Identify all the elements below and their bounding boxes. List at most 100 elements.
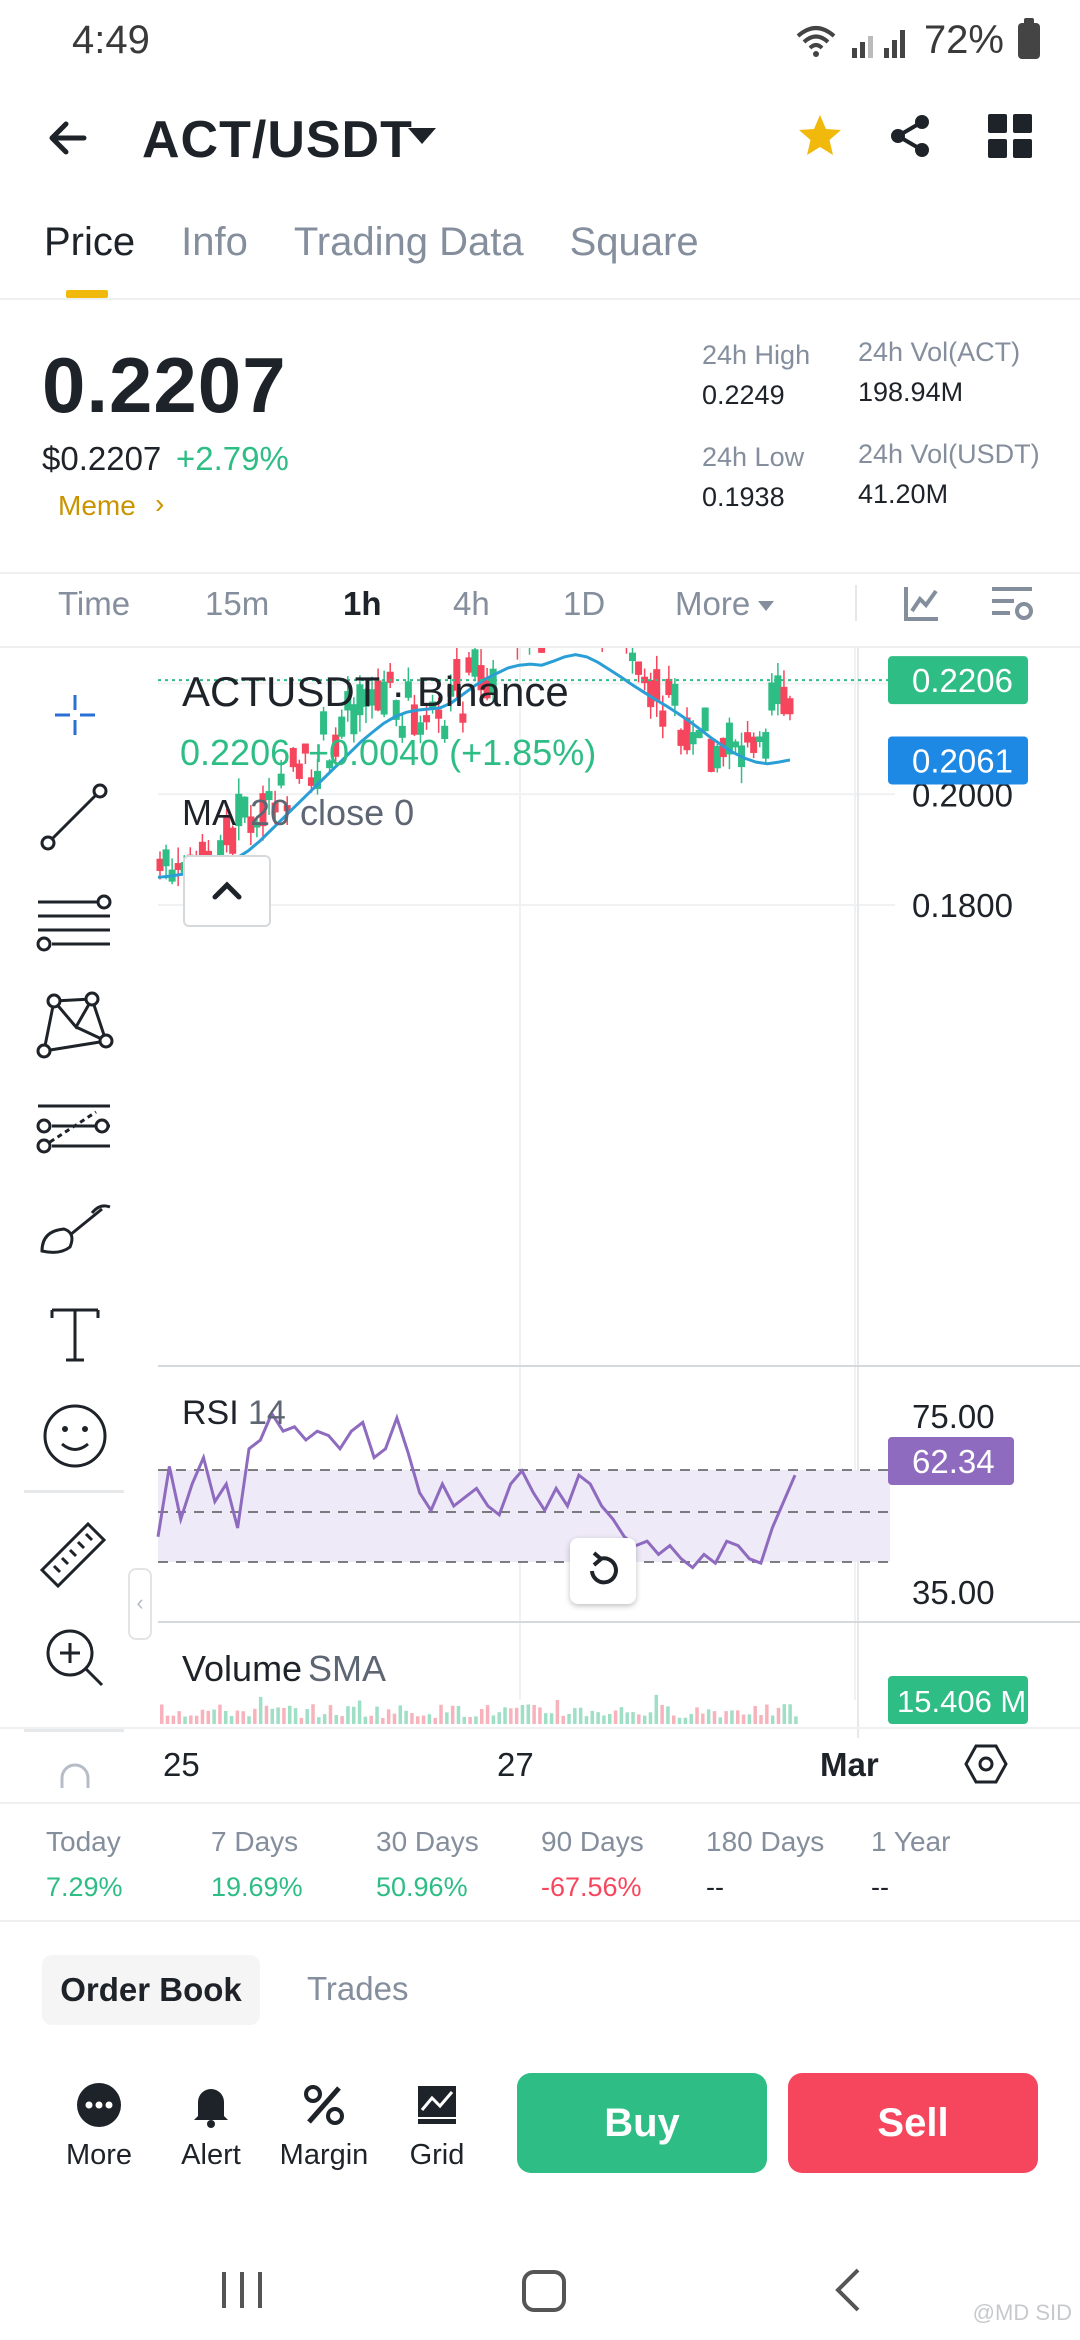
tab-trades[interactable]: Trades — [307, 1970, 408, 2008]
crosshair-tool[interactable] — [30, 670, 120, 760]
candle-body — [665, 678, 673, 696]
alert-label: Alert — [181, 2139, 241, 2171]
volume-bar — [648, 1712, 653, 1724]
chart-symbol: ACTUSDT · Binance — [182, 668, 569, 715]
volume-bar — [561, 1715, 565, 1724]
tf-1d[interactable]: 1D — [563, 585, 605, 623]
more-label: More — [65, 2139, 133, 2171]
price-chart[interactable]: 0.26000.24000.20000.18000.22060.206175.0… — [0, 648, 1080, 1738]
volume-bar — [689, 1713, 693, 1724]
volume-bar — [584, 1716, 589, 1724]
perf-label: 1 Year — [871, 1826, 951, 1857]
tab-price[interactable]: Price — [44, 220, 135, 265]
grid-button[interactable]: Grid — [387, 2080, 487, 2172]
perf-top-divider — [0, 1802, 1080, 1804]
tab-square[interactable]: Square — [570, 220, 699, 265]
tf-15m[interactable]: 15m — [205, 585, 269, 623]
chart-settings-icon[interactable] — [990, 583, 1034, 623]
buy-button[interactable]: Buy — [517, 2073, 767, 2173]
axis-settings-icon[interactable] — [964, 1742, 1008, 1786]
tf-1h[interactable]: 1h — [343, 585, 382, 623]
text-tool[interactable] — [30, 1288, 120, 1378]
lock-tool[interactable] — [30, 1748, 120, 1788]
volume-bar — [491, 1715, 496, 1724]
indicator-chart-icon[interactable] — [902, 583, 942, 623]
candle-body — [162, 849, 170, 867]
fib-tool[interactable] — [30, 1082, 120, 1172]
volume-bar — [445, 1712, 449, 1724]
category-tag[interactable]: Meme — [58, 490, 136, 522]
volume-bar — [421, 1715, 426, 1724]
volume-bar — [602, 1715, 606, 1724]
tab-order-book[interactable]: Order Book — [42, 1955, 260, 2025]
emoji-tool[interactable] — [30, 1391, 120, 1481]
high-label: 24h High — [702, 340, 811, 370]
brush-tool[interactable] — [30, 1185, 120, 1275]
volume-bar — [334, 1715, 339, 1724]
pattern-tool[interactable] — [30, 979, 120, 1069]
sell-button[interactable]: Sell — [788, 2073, 1038, 2173]
pair-title[interactable]: ACT/USDT — [142, 110, 413, 170]
perf-value: -- — [706, 1872, 724, 1902]
volume-bar — [200, 1709, 205, 1724]
share-icon[interactable] — [886, 112, 934, 160]
tools-bottom-divider — [24, 1729, 124, 1732]
price-tick-label: 0.1800 — [912, 887, 1013, 924]
zoom-tool[interactable] — [30, 1613, 120, 1703]
perf-value: 7.29% — [46, 1872, 123, 1902]
volume-bar — [264, 1705, 269, 1724]
volume-bar — [701, 1713, 705, 1724]
tf-4h[interactable]: 4h — [453, 585, 490, 623]
candle-body — [762, 732, 770, 759]
home-icon[interactable] — [522, 2270, 566, 2312]
recents-icon[interactable] — [222, 2272, 262, 2308]
alert-button[interactable]: Alert — [161, 2080, 261, 2172]
candle-body — [289, 747, 297, 768]
ma-label: MA — [182, 792, 236, 833]
lock-icon — [60, 1763, 90, 1788]
perf-label: 180 Days — [706, 1826, 825, 1857]
collapse-toolbar-handle[interactable]: ‹ — [128, 1568, 152, 1640]
margin-button[interactable]: Margin — [274, 2080, 374, 2172]
price-change-percent: +2.79% — [176, 440, 289, 477]
tf-more[interactable]: More — [675, 585, 775, 623]
volume-bar — [526, 1704, 531, 1724]
back-nav-icon[interactable] — [835, 2268, 860, 2312]
candle-body — [241, 796, 249, 818]
volume-bar — [183, 1716, 187, 1724]
volume-bar — [282, 1707, 286, 1724]
reset-chart-button[interactable] — [570, 1538, 636, 1604]
volume-bar — [171, 1715, 176, 1724]
trendline-tool[interactable] — [30, 773, 120, 863]
perf-label: 90 Days — [541, 1826, 644, 1857]
volume-bar — [218, 1704, 222, 1724]
bell-icon — [194, 2089, 228, 2128]
candle-body — [701, 707, 709, 732]
volume-bar — [369, 1715, 373, 1724]
candle-body — [731, 741, 739, 748]
volume-bar — [706, 1709, 711, 1724]
chevron-right-icon[interactable]: › — [155, 488, 164, 520]
chevron-up-icon — [212, 881, 242, 900]
favorite-star-icon[interactable] — [796, 112, 844, 160]
volume-bar — [276, 1707, 280, 1724]
tab-trading-data[interactable]: Trading Data — [294, 220, 524, 265]
volume-bar — [736, 1710, 740, 1724]
candle-body — [768, 682, 776, 711]
back-arrow-icon[interactable] — [40, 108, 100, 168]
volume-bar — [509, 1708, 513, 1724]
volume-bar — [619, 1707, 624, 1724]
candle-body — [174, 863, 182, 870]
tab-info[interactable]: Info — [181, 220, 248, 265]
tf-time[interactable]: Time — [58, 585, 130, 623]
collapse-legend-button[interactable] — [183, 855, 271, 927]
volume-bar — [666, 1706, 670, 1724]
horizontal-lines-tool[interactable] — [30, 876, 120, 966]
volume-bar — [770, 1715, 775, 1724]
layout-grid-icon[interactable] — [988, 114, 1032, 158]
pair-dropdown-icon[interactable] — [408, 128, 436, 144]
perf-value: -67.56% — [541, 1872, 642, 1902]
volume-bar — [416, 1716, 420, 1724]
more-button[interactable]: More — [49, 2080, 149, 2172]
measure-tool[interactable] — [30, 1508, 120, 1598]
